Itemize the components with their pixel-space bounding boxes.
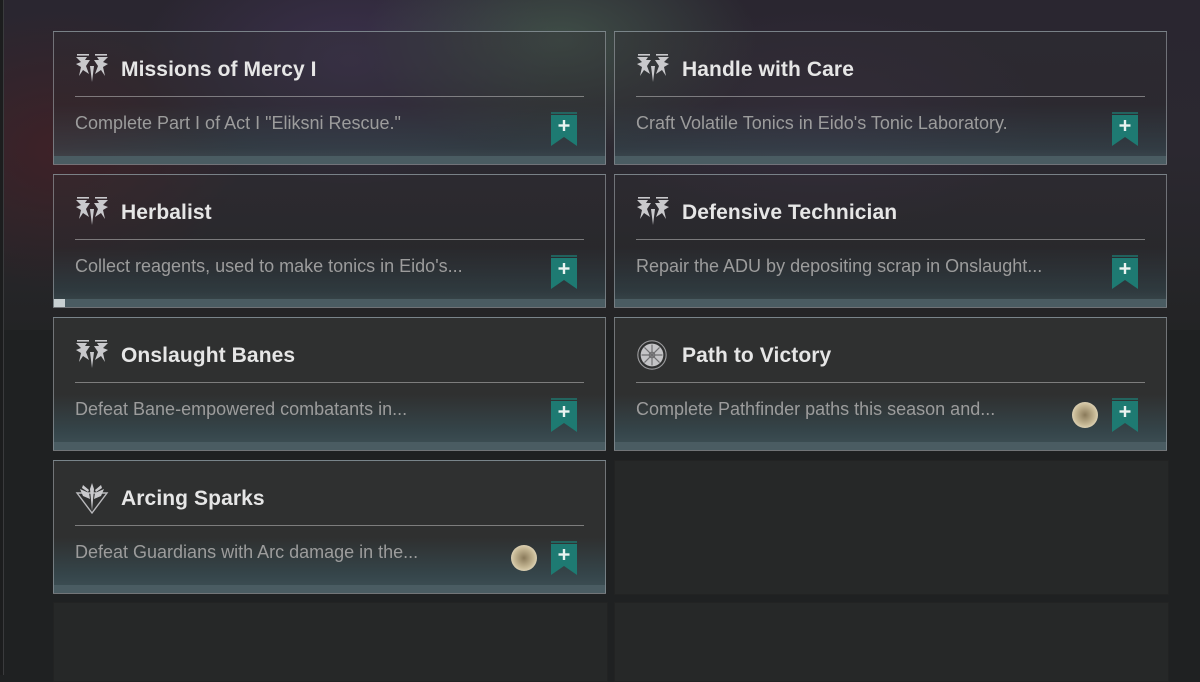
track-quest-button[interactable] bbox=[551, 255, 577, 289]
progress-fill bbox=[54, 299, 66, 307]
quest-card[interactable]: Herbalist Collect reagents, used to make … bbox=[53, 174, 606, 308]
quest-progress-bar bbox=[54, 442, 605, 450]
quest-card[interactable]: Onslaught Banes Defeat Bane-empowered com… bbox=[53, 317, 606, 451]
track-quest-button[interactable] bbox=[551, 398, 577, 432]
quest-card[interactable]: Arcing Sparks Defeat Guardians with Arc d… bbox=[53, 460, 606, 594]
title-divider bbox=[636, 239, 1145, 240]
quest-description: Collect reagents, used to make tonics in… bbox=[75, 256, 463, 276]
quest-title: Onslaught Banes bbox=[121, 344, 296, 367]
crucible-emblem-icon bbox=[74, 481, 110, 515]
quest-title: Handle with Care bbox=[682, 58, 854, 81]
title-divider bbox=[636, 382, 1145, 383]
quest-progress-bar bbox=[615, 299, 1166, 307]
eliksni-banner-icon bbox=[74, 195, 110, 227]
track-quest-button[interactable] bbox=[1112, 255, 1138, 289]
quest-title: Missions of Mercy I bbox=[121, 58, 317, 81]
eliksni-banner-icon bbox=[635, 52, 671, 84]
quest-description: Craft Volatile Tonics in Eido's Tonic La… bbox=[636, 113, 1008, 133]
quest-card[interactable]: Missions of Mercy I Complete Part I of Ac… bbox=[53, 31, 606, 165]
bookmark-plus-icon bbox=[1112, 112, 1138, 146]
quest-description: Complete Pathfinder paths this season an… bbox=[636, 399, 996, 419]
track-quest-button[interactable] bbox=[551, 112, 577, 146]
quest-progress-bar bbox=[54, 156, 605, 164]
quest-description: Repair the ADU by depositing scrap in On… bbox=[636, 256, 1043, 276]
quest-card[interactable]: Defensive Technician Repair the ADU by de… bbox=[614, 174, 1167, 308]
eliksni-banner-icon bbox=[74, 52, 110, 84]
bookmark-plus-icon bbox=[551, 112, 577, 146]
track-quest-button[interactable] bbox=[551, 541, 577, 575]
title-divider bbox=[636, 96, 1145, 97]
quest-progress-bar bbox=[615, 156, 1166, 164]
pathfinder-emblem-icon bbox=[635, 338, 671, 370]
title-divider bbox=[75, 239, 584, 240]
left-scroll-rail bbox=[0, 0, 4, 675]
bookmark-plus-icon bbox=[551, 541, 577, 575]
quest-card[interactable]: Path to Victory Complete Pathfinder paths… bbox=[614, 317, 1167, 451]
empty-slot bbox=[53, 602, 608, 682]
empty-slot bbox=[614, 460, 1169, 595]
eliksni-banner-icon bbox=[74, 338, 110, 370]
reward-orb-icon bbox=[511, 545, 537, 571]
quest-title: Path to Victory bbox=[682, 344, 832, 367]
title-divider bbox=[75, 96, 584, 97]
quest-description: Defeat Guardians with Arc damage in the.… bbox=[75, 542, 419, 562]
bookmark-plus-icon bbox=[1112, 398, 1138, 432]
bookmark-plus-icon bbox=[551, 255, 577, 289]
track-quest-button[interactable] bbox=[1112, 398, 1138, 432]
eliksni-banner-icon bbox=[635, 195, 671, 227]
quest-progress-bar bbox=[54, 299, 605, 307]
empty-slot bbox=[614, 602, 1169, 682]
quest-progress-bar bbox=[54, 585, 605, 593]
quest-title: Defensive Technician bbox=[682, 201, 898, 224]
quest-progress-bar bbox=[615, 442, 1166, 450]
title-divider bbox=[75, 525, 584, 526]
bookmark-plus-icon bbox=[1112, 255, 1138, 289]
bookmark-plus-icon bbox=[551, 398, 577, 432]
quest-description: Complete Part I of Act I "Eliksni Rescue… bbox=[75, 113, 401, 133]
quest-description: Defeat Bane-empowered combatants in... bbox=[75, 399, 408, 419]
quest-title: Herbalist bbox=[121, 201, 212, 224]
track-quest-button[interactable] bbox=[1112, 112, 1138, 146]
quest-title: Arcing Sparks bbox=[121, 487, 265, 510]
reward-orb-icon bbox=[1072, 402, 1098, 428]
title-divider bbox=[75, 382, 584, 383]
quest-card[interactable]: Handle with Care Craft Volatile Tonics in… bbox=[614, 31, 1167, 165]
